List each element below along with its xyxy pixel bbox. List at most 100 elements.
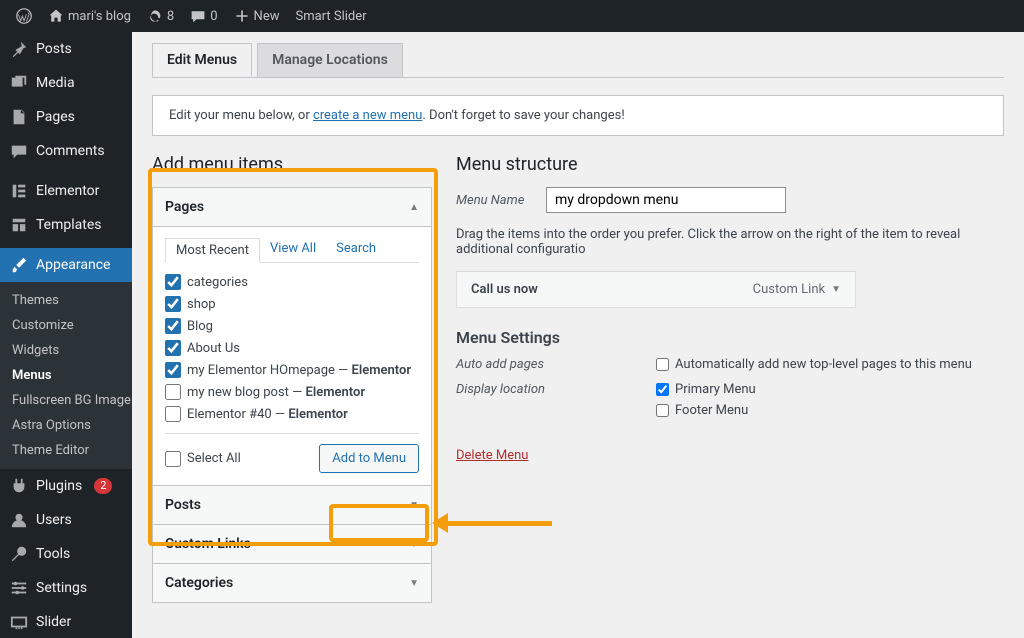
nav-tabs: Edit Menus Manage Locations: [152, 43, 1004, 78]
sidebar-item-media[interactable]: Media: [0, 66, 132, 100]
submenu-theme-editor[interactable]: Theme Editor: [0, 438, 132, 463]
plugins-badge: 2: [94, 478, 112, 494]
comments-icon: [10, 142, 28, 160]
accordion-pages-header[interactable]: Pages ▲: [153, 188, 431, 226]
accordion-categories: Categories ▼: [152, 563, 432, 603]
menu-structure-title: Menu structure: [456, 154, 1004, 175]
smart-slider-link[interactable]: Smart Slider: [287, 0, 374, 32]
page-item-checkbox[interactable]: [165, 274, 181, 290]
page-item[interactable]: Blog: [165, 315, 415, 337]
sidebar-item-templates[interactable]: Templates: [0, 208, 132, 242]
home-icon: [48, 8, 64, 24]
settings-icon: [10, 579, 28, 597]
submenu-fullscreen-bg[interactable]: Fullscreen BG Image: [0, 388, 132, 413]
comment-icon: [190, 8, 206, 24]
submenu-themes[interactable]: Themes: [0, 288, 132, 313]
page-item-checkbox[interactable]: [165, 340, 181, 356]
accordion-posts-header[interactable]: Posts ▼: [153, 486, 431, 524]
menu-name-input[interactable]: [546, 187, 786, 213]
wordpress-logo[interactable]: [8, 0, 40, 32]
page-item[interactable]: my new blog post — Elementor: [165, 381, 415, 403]
slider-icon: [10, 613, 28, 631]
page-item-checkbox[interactable]: [165, 362, 181, 378]
delete-menu-link[interactable]: Delete Menu: [456, 448, 528, 463]
comments-link[interactable]: 0: [182, 0, 225, 32]
page-item[interactable]: About Us: [165, 337, 415, 359]
updates-count: 8: [167, 9, 174, 24]
sidebar-item-users[interactable]: Users: [0, 503, 132, 537]
tab-manage-locations[interactable]: Manage Locations: [257, 43, 403, 77]
accordion-custom-links-header[interactable]: Custom Links ▼: [153, 525, 431, 563]
auto-add-checkbox[interactable]: [656, 358, 669, 371]
footer-menu-option[interactable]: Footer Menu: [656, 403, 756, 418]
subtab-view-all[interactable]: View All: [260, 237, 326, 262]
refresh-icon: [147, 8, 163, 24]
page-item-label: About Us: [187, 341, 240, 356]
sidebar-item-slider[interactable]: Slider: [0, 605, 132, 638]
plus-icon: [234, 8, 250, 24]
page-item-label: Elementor #40 — Elementor: [187, 407, 348, 422]
page-item-label: categories: [187, 275, 248, 290]
page-item[interactable]: shop: [165, 293, 415, 315]
admin-sidebar: Posts Media Pages Comments Elementor Tem…: [0, 32, 132, 638]
sidebar-item-plugins[interactable]: Plugins 2: [0, 469, 132, 503]
templates-icon: [10, 216, 28, 234]
page-item-checkbox[interactable]: [165, 318, 181, 334]
new-label: New: [254, 9, 280, 24]
sidebar-item-pages[interactable]: Pages: [0, 100, 132, 134]
sidebar-item-tools[interactable]: Tools: [0, 537, 132, 571]
sidebar-item-elementor[interactable]: Elementor: [0, 174, 132, 208]
chevron-down-icon[interactable]: ▼: [831, 284, 841, 295]
footer-menu-checkbox[interactable]: [656, 404, 669, 417]
primary-menu-checkbox[interactable]: [656, 383, 669, 396]
sidebar-item-appearance[interactable]: Appearance: [0, 248, 132, 282]
wordpress-icon: [16, 8, 32, 24]
accordion-custom-links: Custom Links ▼: [152, 524, 432, 564]
submenu-customize[interactable]: Customize: [0, 313, 132, 338]
page-item-checkbox[interactable]: [165, 406, 181, 422]
page-item-label: my Elementor HOmepage — Elementor: [187, 363, 411, 378]
primary-menu-option[interactable]: Primary Menu: [656, 382, 756, 397]
submenu-astra-options[interactable]: Astra Options: [0, 413, 132, 438]
updates-link[interactable]: 8: [139, 0, 182, 32]
page-item-checkbox[interactable]: [165, 384, 181, 400]
page-item-checkbox[interactable]: [165, 296, 181, 312]
auto-add-pages-row: Auto add pages Automatically add new top…: [456, 357, 1004, 372]
page-item[interactable]: categories: [165, 271, 415, 293]
menu-structure-panel: Menu structure Menu Name Drag the items …: [456, 154, 1004, 463]
menu-name-row: Menu Name: [456, 187, 1004, 213]
admin-bar: mari's blog 8 0 New Smart Slider: [0, 0, 1024, 32]
subtab-search[interactable]: Search: [326, 237, 386, 262]
select-all-checkbox[interactable]: [165, 451, 181, 467]
new-content-link[interactable]: New: [226, 0, 288, 32]
select-all-row[interactable]: Select All: [165, 448, 241, 470]
comments-count: 0: [210, 9, 217, 24]
sidebar-item-comments[interactable]: Comments: [0, 134, 132, 168]
auto-add-option[interactable]: Automatically add new top-level pages to…: [656, 357, 972, 372]
tab-edit-menus[interactable]: Edit Menus: [152, 43, 252, 77]
chevron-up-icon: ▲: [409, 202, 419, 213]
edit-menu-notice: Edit your menu below, or create a new me…: [152, 95, 1004, 136]
pages-checklist[interactable]: categories shopBlog About Us my Elementor H…: [165, 271, 419, 425]
create-new-menu-link[interactable]: create a new menu: [313, 108, 422, 123]
accordion-pages: Pages ▲ Most Recent View All Search cate…: [152, 187, 432, 486]
page-item[interactable]: my Elementor HOmepage — Elementor: [165, 359, 415, 381]
add-to-menu-button[interactable]: Add to Menu: [319, 444, 419, 473]
sidebar-item-settings[interactable]: Settings: [0, 571, 132, 605]
sidebar-item-posts[interactable]: Posts: [0, 32, 132, 66]
chevron-down-icon: ▼: [409, 578, 419, 589]
users-icon: [10, 511, 28, 529]
site-name-link[interactable]: mari's blog: [40, 0, 139, 32]
site-name: mari's blog: [68, 9, 131, 24]
appearance-submenu: Themes Customize Widgets Menus Fullscree…: [0, 282, 132, 469]
accordion-categories-header[interactable]: Categories ▼: [153, 564, 431, 602]
display-location-row: Display location Primary Menu Footer Men…: [456, 382, 1004, 418]
submenu-menus[interactable]: Menus: [0, 363, 132, 388]
menu-item-call-us-now[interactable]: Call us now Custom Link ▼: [456, 271, 856, 308]
media-icon: [10, 74, 28, 92]
page-item[interactable]: Elementor #40 — Elementor: [165, 403, 415, 425]
chevron-down-icon: ▼: [409, 539, 419, 550]
submenu-widgets[interactable]: Widgets: [0, 338, 132, 363]
subtab-most-recent[interactable]: Most Recent: [165, 238, 260, 263]
tools-icon: [10, 545, 28, 563]
